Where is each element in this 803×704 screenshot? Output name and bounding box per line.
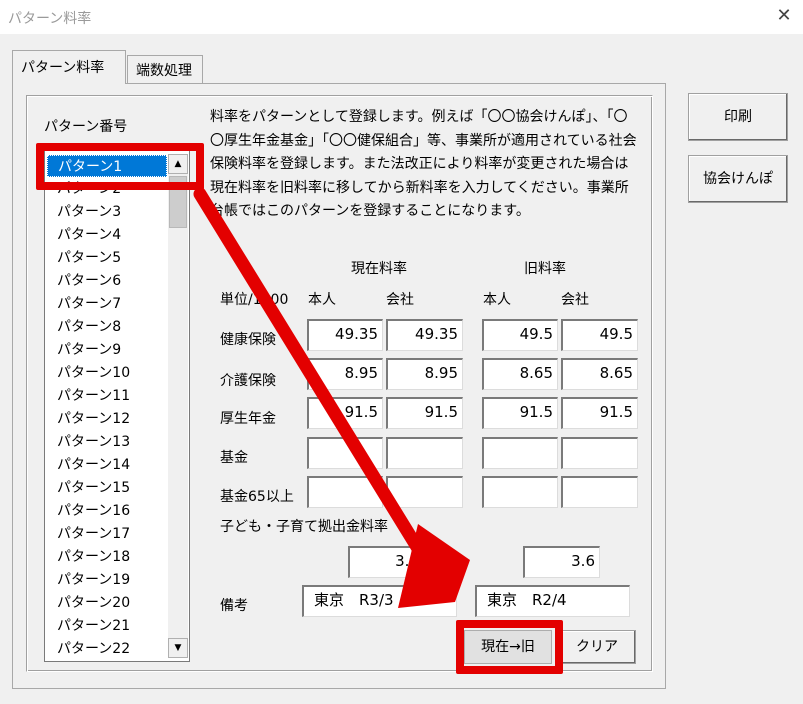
tab-pattern-rate[interactable]: パターン料率 xyxy=(12,50,126,84)
annotation-box-pattern1 xyxy=(36,143,204,190)
annotation-arrow-icon xyxy=(193,187,470,608)
annotation-box-move-button xyxy=(456,620,563,674)
